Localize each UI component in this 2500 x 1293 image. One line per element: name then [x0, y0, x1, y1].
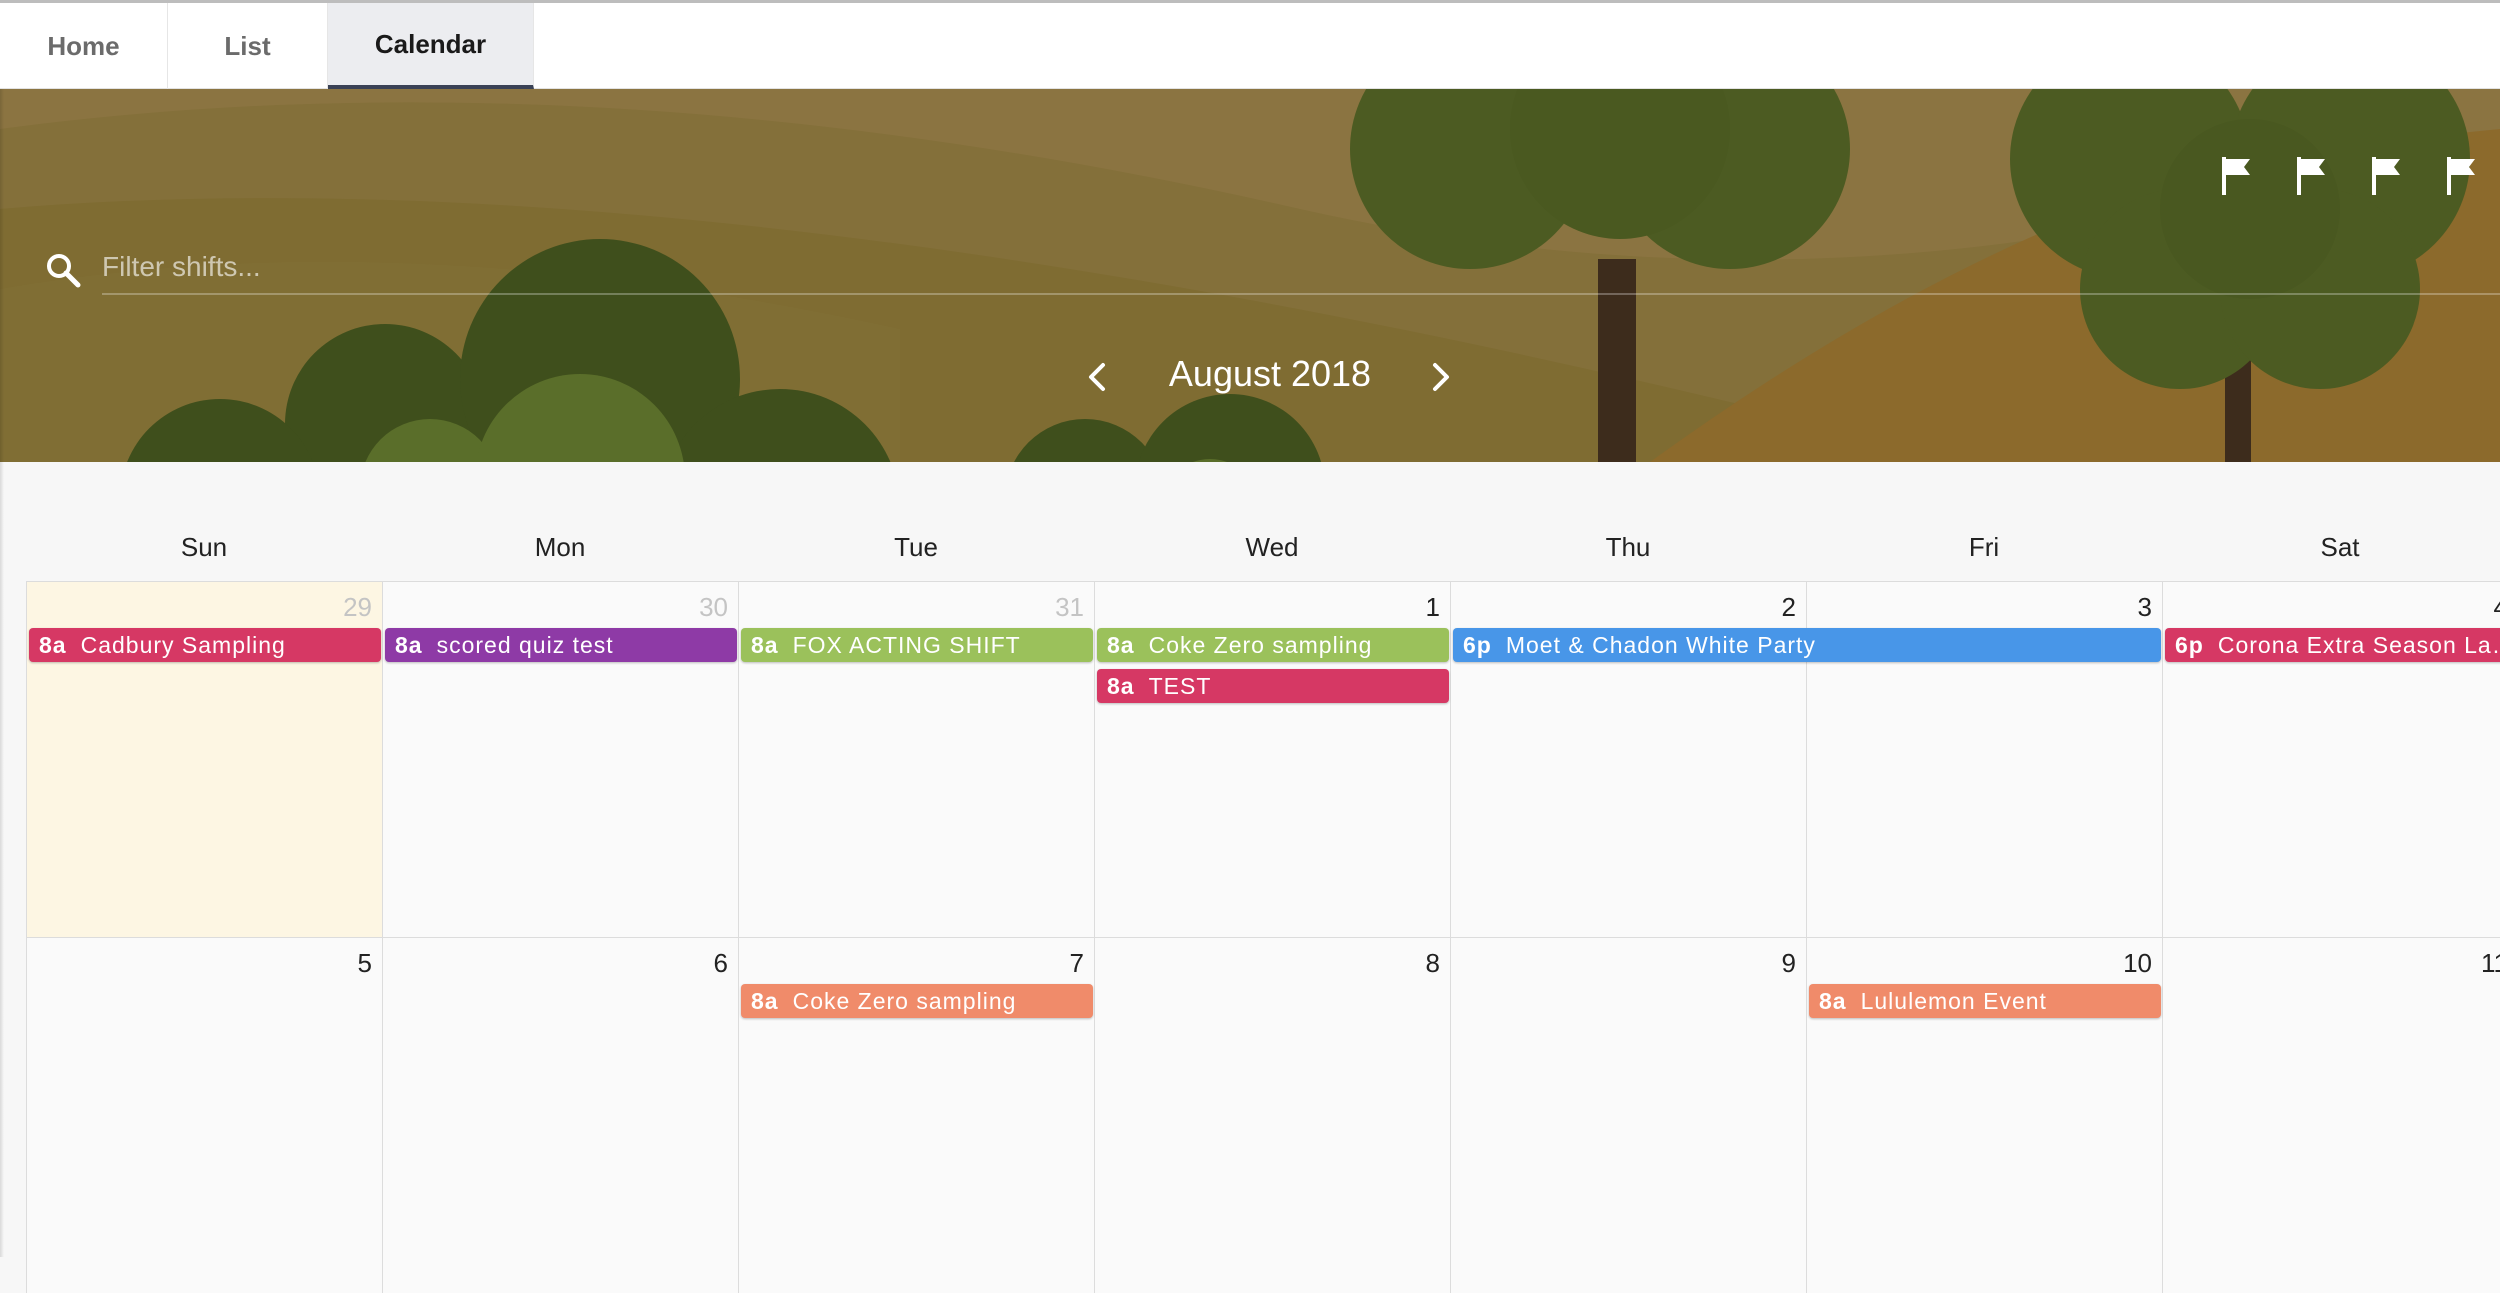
event-time: 8a [751, 632, 779, 658]
event-time: 8a [1819, 988, 1847, 1014]
day-number: 4 [2494, 592, 2500, 623]
day-cell[interactable]: 6 [382, 937, 738, 1293]
day-number: 6 [713, 948, 728, 978]
flag-icon[interactable] [2220, 155, 2256, 197]
event-title: FOX ACTING SHIFT [792, 632, 1021, 658]
month-calendar: Sun Mon Tue Wed Thu Fri Sat 29 30 31 1 2 3 4 5 6 7 8 9 10 1… [26, 462, 2500, 1293]
event-time: 8a [39, 632, 67, 658]
calendar-grid: 29 30 31 1 2 3 4 5 6 7 8 9 10 11 8a Cadbury Sampling 8a s… [26, 581, 2500, 1293]
shift-event[interactable]: 8a Coke Zero sampling [741, 984, 1093, 1018]
calendar-header-banner: August 2018 [0, 89, 2500, 462]
day-cell[interactable]: 8 [1094, 937, 1450, 1293]
tab-list[interactable]: List [168, 3, 328, 89]
event-title: scored quiz test [436, 632, 614, 658]
day-number: 9 [1781, 948, 1796, 978]
weekday-label: Thu [1605, 532, 1651, 562]
shift-event[interactable]: 8a FOX ACTING SHIFT [741, 628, 1093, 662]
event-time: 8a [751, 988, 779, 1014]
month-title: August 2018 [1168, 353, 1372, 394]
event-time: 8a [395, 632, 423, 658]
day-number: 8 [1425, 948, 1440, 978]
day-number: 7 [1069, 948, 1084, 978]
event-time: 8a [1107, 632, 1135, 658]
event-title: Cadbury Sampling [80, 632, 286, 658]
weekday-label: Sat [2320, 532, 2360, 562]
event-title: Corona Extra Season Launch [2217, 632, 2500, 658]
month-navigation: August 2018 [0, 347, 2500, 407]
chevron-right-icon[interactable] [1420, 357, 1460, 397]
shift-event[interactable]: 8a TEST [1097, 669, 1449, 703]
day-number: 11 [2481, 948, 2500, 978]
weekday-label: Wed [1245, 532, 1299, 562]
shift-event[interactable]: 8a Coke Zero sampling [1097, 628, 1449, 662]
event-time: 8a [1107, 673, 1135, 699]
event-title: TEST [1148, 673, 1212, 699]
weekday-label: Fri [1968, 532, 2000, 562]
search-icon [47, 254, 81, 288]
shift-event[interactable]: 6p Corona Extra Season Launch [2165, 628, 2500, 662]
shift-event[interactable]: 6p Moet & Chadon White Party [1453, 628, 2161, 662]
weekday-label: Sun [180, 532, 228, 562]
event-time: 6p [2175, 632, 2204, 658]
event-title: Coke Zero sampling [792, 988, 1017, 1014]
day-cell[interactable]: 9 [1450, 937, 1806, 1293]
day-cell[interactable]: 5 [26, 937, 382, 1293]
day-number: 2 [1781, 592, 1796, 622]
shift-event[interactable]: 8a Cadbury Sampling [29, 628, 381, 662]
tab-home[interactable]: Home [0, 3, 168, 89]
day-number: 10 [2123, 948, 2152, 978]
tab-calendar[interactable]: Calendar [328, 3, 534, 89]
day-number: 3 [2137, 592, 2152, 622]
shift-event[interactable]: 8a Lululemon Event [1809, 984, 2161, 1018]
day-cell[interactable]: 11 [2162, 937, 2500, 1293]
weekday-label: Mon [534, 532, 586, 562]
chevron-left-icon[interactable] [1078, 357, 1118, 397]
day-number: 29 [343, 592, 372, 622]
filter-shifts-input[interactable] [102, 241, 2500, 295]
page-edge-shadow [0, 89, 4, 1257]
flag-icon[interactable] [2445, 155, 2481, 197]
flag-icon[interactable] [2370, 155, 2406, 197]
event-title: Moet & Chadon White Party [1505, 632, 1816, 658]
search-bar [40, 241, 2500, 295]
event-time: 6p [1463, 632, 1492, 658]
weekday-label: Tue [894, 532, 938, 562]
event-title: Lululemon Event [1860, 988, 2047, 1014]
event-title: Coke Zero sampling [1148, 632, 1373, 658]
flag-icon[interactable] [2295, 155, 2331, 197]
day-number: 1 [1425, 592, 1440, 622]
top-tab-bar: Home List Calendar [0, 0, 2500, 89]
day-number: 5 [357, 948, 372, 978]
day-number: 30 [699, 592, 728, 622]
day-number: 31 [1055, 592, 1084, 622]
shift-event[interactable]: 8a scored quiz test [385, 628, 737, 662]
